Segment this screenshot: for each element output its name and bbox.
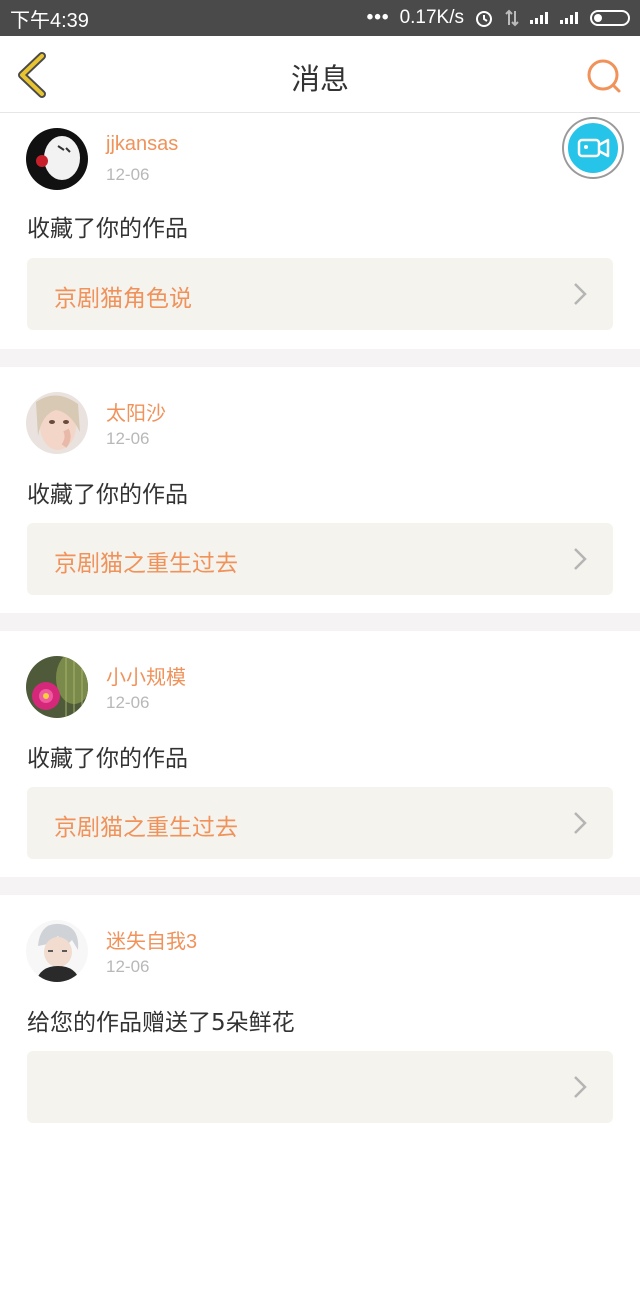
page-title: 消息	[290, 62, 349, 96]
username[interactable]: 太阳沙	[106, 397, 166, 426]
status-dots: •••	[366, 7, 390, 28]
work-link[interactable]: 京剧猫之重生过去	[27, 787, 613, 859]
avatar[interactable]	[26, 920, 88, 982]
video-camera-icon	[577, 138, 610, 158]
status-bar: 下午4:39 ••• 0.17K/s	[0, 0, 640, 36]
chevron-right-icon	[574, 812, 587, 834]
avatar[interactable]	[26, 128, 88, 190]
search-icon[interactable]	[584, 56, 624, 96]
battery-icon	[590, 10, 630, 26]
video-record-button[interactable]	[564, 119, 622, 177]
message-card: 太阳沙 12-06 收藏了你的作品 京剧猫之重生过去	[0, 367, 640, 613]
work-link[interactable]: 京剧猫之重生过去	[27, 523, 613, 595]
avatar[interactable]	[26, 392, 88, 454]
message-date: 12-06	[106, 429, 150, 448]
username[interactable]: jjkansas	[106, 133, 178, 156]
chevron-right-icon	[574, 548, 587, 570]
nav-bar: 消息	[0, 36, 640, 113]
work-link[interactable]	[27, 1051, 613, 1123]
network-speed: 0.17K/s	[399, 7, 464, 28]
message-card: 迷失自我3 12-06 给您的作品赠送了5朵鲜花	[0, 895, 640, 1295]
chevron-right-icon	[574, 283, 587, 305]
signal-icon	[530, 12, 550, 24]
work-link[interactable]: 京剧猫角色说	[27, 258, 613, 330]
avatar[interactable]	[26, 656, 88, 718]
alarm-icon	[476, 11, 492, 27]
username[interactable]: 小小规模	[106, 661, 186, 690]
message-card: jjkansas 12-06 收藏了你的作品 京剧猫角色说	[0, 113, 640, 349]
username[interactable]: 迷失自我3	[106, 925, 197, 954]
message-date: 12-06	[106, 957, 150, 976]
work-title: 京剧猫之重生过去	[54, 815, 238, 841]
message-text: 收藏了你的作品	[27, 216, 188, 242]
message-date: 12-06	[106, 693, 150, 712]
message-text: 收藏了你的作品	[27, 482, 188, 508]
message-date: 12-06	[106, 165, 150, 184]
signal-4g-icon	[560, 12, 580, 24]
data-transfer-icon	[505, 9, 519, 27]
message-text: 收藏了你的作品	[27, 746, 188, 772]
message-card: 小小规模 12-06 收藏了你的作品 京剧猫之重生过去	[0, 631, 640, 877]
chevron-right-icon	[574, 1076, 587, 1098]
work-title: 京剧猫之重生过去	[54, 551, 238, 577]
status-time: 下午4:39	[10, 9, 89, 32]
message-list: jjkansas 12-06 收藏了你的作品 京剧猫角色说 太阳沙 12-06 …	[0, 113, 640, 1295]
message-text: 给您的作品赠送了5朵鲜花	[27, 1010, 295, 1036]
work-title: 京剧猫角色说	[54, 286, 192, 312]
